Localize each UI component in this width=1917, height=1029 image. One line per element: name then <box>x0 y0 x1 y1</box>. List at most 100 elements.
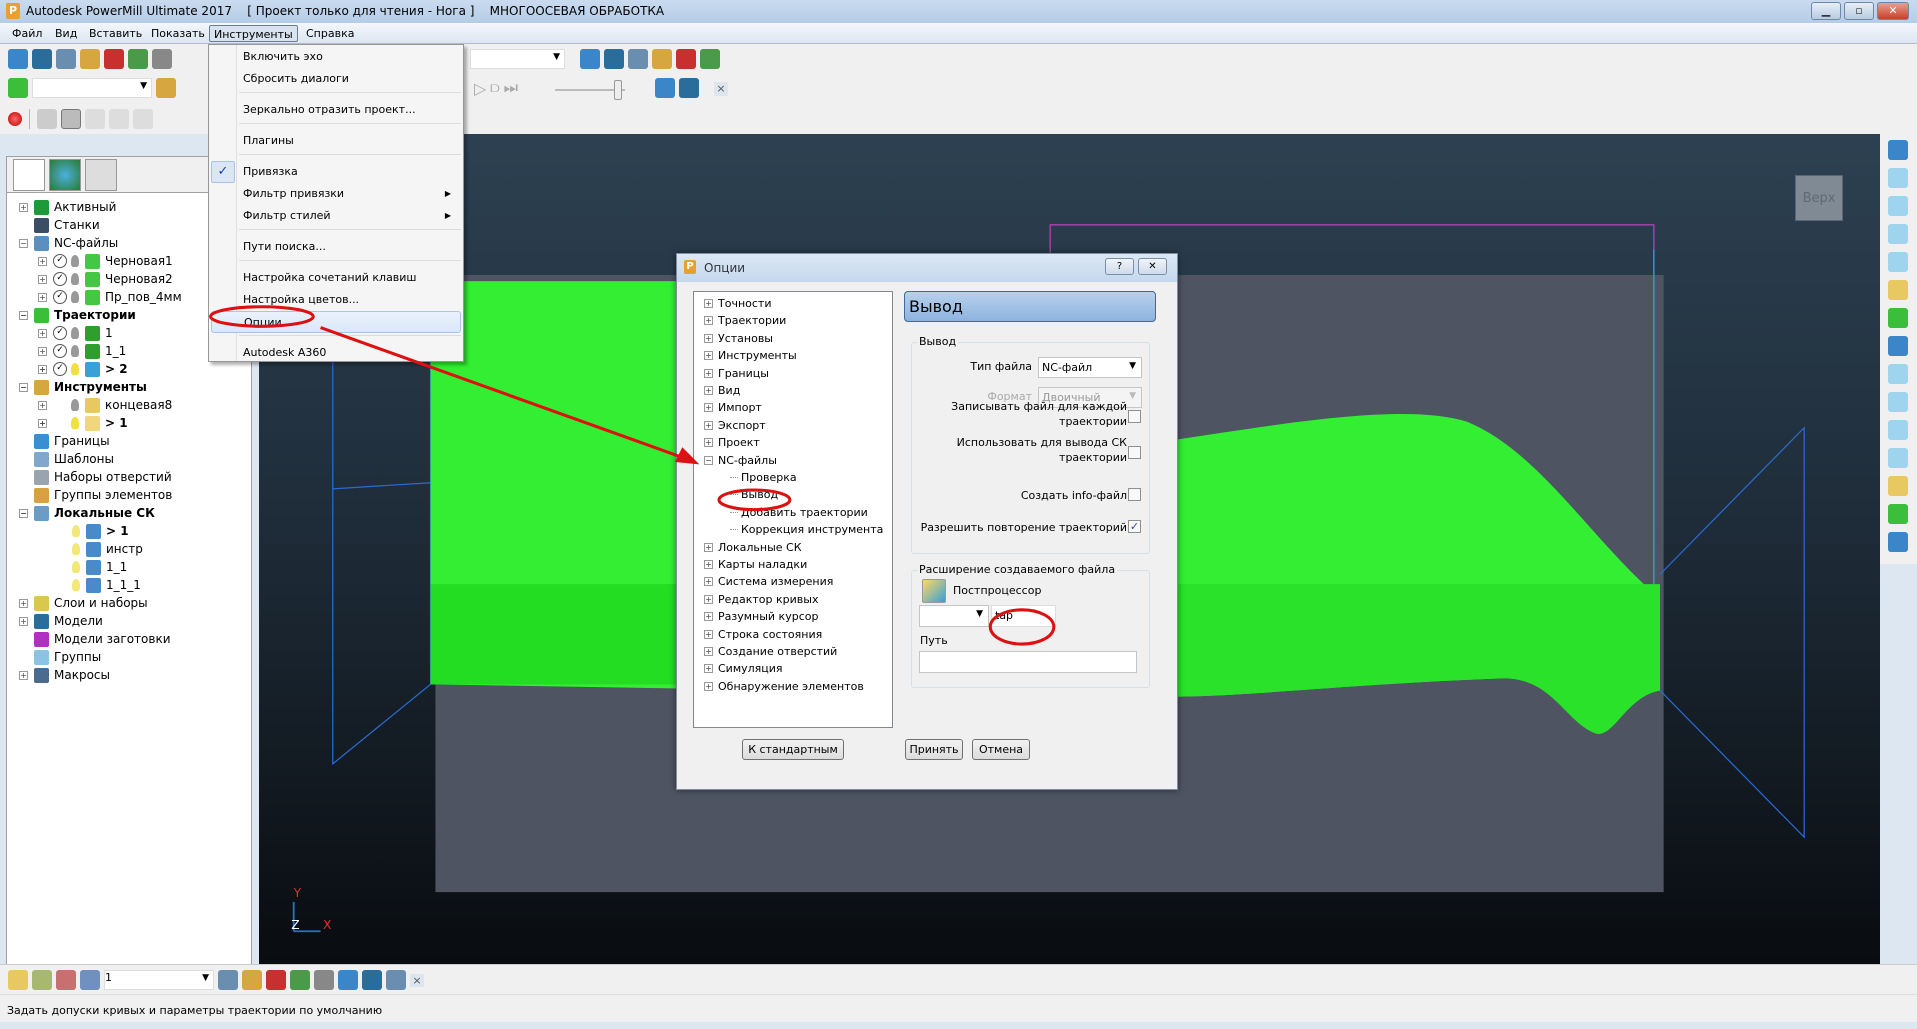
view-icon[interactable] <box>37 109 57 129</box>
expander-icon[interactable]: + <box>704 560 713 569</box>
checkbox[interactable] <box>1128 446 1141 459</box>
expander-icon[interactable]: + <box>704 681 713 691</box>
select-icon[interactable] <box>1888 476 1908 496</box>
zoom-icon[interactable] <box>1888 280 1908 300</box>
options-tree-item[interactable]: + Обнаружение элементов <box>704 678 864 695</box>
resize-icon[interactable] <box>676 49 696 69</box>
tree-item[interactable]: + ✓ Черновая2 <box>38 270 173 288</box>
minimize-button[interactable]: ▁ <box>1811 2 1841 20</box>
options-tree-item[interactable]: + Траектории <box>704 312 786 329</box>
check-icon[interactable]: ✓ <box>53 362 67 376</box>
tree-item[interactable]: + ✓ > 2 <box>38 360 128 378</box>
options-tree-item[interactable]: + Симуляция <box>704 660 783 677</box>
options-tree-item[interactable]: + Точности <box>704 295 771 312</box>
simulation-stock-icon[interactable] <box>679 78 699 98</box>
cross-icon[interactable] <box>386 970 406 990</box>
expander-icon[interactable]: − <box>19 310 28 320</box>
bulb-icon[interactable] <box>71 273 79 285</box>
options-tree-item[interactable]: + Импорт <box>704 399 762 416</box>
options-tree-item[interactable]: + Инструменты <box>704 347 797 364</box>
toolbar-combo[interactable]: ▼ <box>470 49 565 69</box>
options-tree-item[interactable]: + Строка состояния <box>704 626 822 643</box>
menu-item[interactable]: Фильтр стилей ▶ <box>211 205 461 227</box>
reset-defaults-button[interactable]: К стандартным <box>742 739 844 760</box>
checkbox[interactable]: ✓ <box>1128 520 1141 533</box>
tool-delete-icon[interactable] <box>56 970 76 990</box>
menu-item[interactable]: Фильтр привязки ▶ <box>211 183 461 205</box>
workplane-red-icon[interactable] <box>314 970 334 990</box>
tree-item[interactable]: Границы <box>19 432 110 450</box>
extension-input[interactable]: tap <box>991 605 1056 627</box>
check-icon[interactable]: ✓ <box>53 254 67 268</box>
bulb-icon[interactable] <box>71 327 79 339</box>
expander-icon[interactable]: + <box>38 256 47 266</box>
options-tree-item[interactable]: + Карты наладки <box>704 556 807 573</box>
bulb-icon[interactable] <box>71 255 79 267</box>
expander-icon[interactable]: + <box>704 647 713 656</box>
tree-item[interactable]: + Макросы <box>19 666 110 684</box>
view-icon[interactable] <box>85 109 105 129</box>
tree-item[interactable]: + > 1 <box>38 414 128 432</box>
bulb-icon[interactable] <box>72 543 80 555</box>
tree-item[interactable]: 1_1_1 <box>57 576 141 594</box>
tool-icon[interactable] <box>8 970 28 990</box>
compare-icon[interactable] <box>700 49 720 69</box>
menu-help[interactable]: Справка <box>302 25 358 42</box>
print-icon[interactable] <box>56 49 76 69</box>
options-tree-item[interactable]: Проверка <box>730 469 797 486</box>
expander-icon[interactable]: + <box>704 594 713 604</box>
expander-icon[interactable]: + <box>704 368 713 378</box>
check-icon[interactable]: ✓ <box>53 290 67 304</box>
options-tree-item[interactable]: + Установы <box>704 330 773 347</box>
sim-control-icon[interactable]: ⏭ <box>504 78 518 98</box>
tree-item[interactable]: Модели заготовки <box>19 630 171 648</box>
tree-item[interactable]: Наборы отверстий <box>19 468 172 486</box>
tool-copy-icon[interactable] <box>80 970 100 990</box>
bulb-icon[interactable] <box>72 525 80 537</box>
expander-icon[interactable]: + <box>704 577 713 587</box>
menu-file[interactable]: Файл <box>8 25 46 42</box>
options-tree-item[interactable]: − NC-файлы <box>704 452 777 469</box>
collision-check-icon[interactable] <box>580 49 600 69</box>
check-icon[interactable]: ✓ <box>53 272 67 286</box>
ruler-icon[interactable] <box>652 49 672 69</box>
tree-item[interactable]: Шаблоны <box>19 450 114 468</box>
view-iso4-icon[interactable] <box>1888 252 1908 272</box>
menu-item[interactable]: Плагины <box>211 130 461 152</box>
tool-combo[interactable]: 1 ▼ <box>104 970 214 990</box>
view-iso1-icon[interactable] <box>1888 168 1908 188</box>
menu-tools[interactable]: Инструменты <box>209 25 298 42</box>
expander-icon[interactable]: + <box>38 418 47 428</box>
close-toolbar-icon[interactable]: × <box>410 973 424 987</box>
expander-icon[interactable]: + <box>704 316 713 326</box>
bulb-icon[interactable] <box>71 417 79 429</box>
tree-item[interactable]: + ✓ Пр_пов_4мм <box>38 288 182 306</box>
expander-icon[interactable]: + <box>704 333 713 343</box>
tree-item[interactable]: + концевая8 <box>38 396 172 414</box>
expander-icon[interactable]: − <box>19 508 28 518</box>
save-icon[interactable] <box>32 49 52 69</box>
close-icon[interactable] <box>1888 532 1908 552</box>
simulation-machine-icon[interactable] <box>655 78 675 98</box>
workplane-align-icon[interactable] <box>290 970 310 990</box>
bulb-icon[interactable] <box>71 291 79 303</box>
tree-item[interactable]: Группы <box>19 648 101 666</box>
options-tree-item[interactable]: + Система измерения <box>704 573 833 590</box>
expander-icon[interactable]: + <box>19 202 28 212</box>
bulb-icon[interactable] <box>71 399 79 411</box>
check-icon[interactable]: ✓ <box>53 344 67 358</box>
pencil-icon[interactable] <box>362 970 382 990</box>
help-button[interactable]: ? <box>1105 258 1134 275</box>
options-tree-item[interactable]: + Границы <box>704 365 769 382</box>
tool-edit-icon[interactable] <box>32 970 52 990</box>
expander-icon[interactable]: + <box>704 438 713 448</box>
postprocessor-folder-icon[interactable] <box>922 579 946 603</box>
tree-item[interactable]: − Локальные СК <box>19 504 155 522</box>
record-icon[interactable] <box>8 112 22 126</box>
box-icon[interactable] <box>1888 364 1908 384</box>
expander-icon[interactable]: + <box>704 299 713 308</box>
menu-item[interactable]: Autodesk A360 <box>211 342 461 364</box>
menu-show[interactable]: Показать <box>147 25 209 42</box>
stock-icon[interactable] <box>218 970 238 990</box>
globe-icon[interactable] <box>49 159 81 191</box>
